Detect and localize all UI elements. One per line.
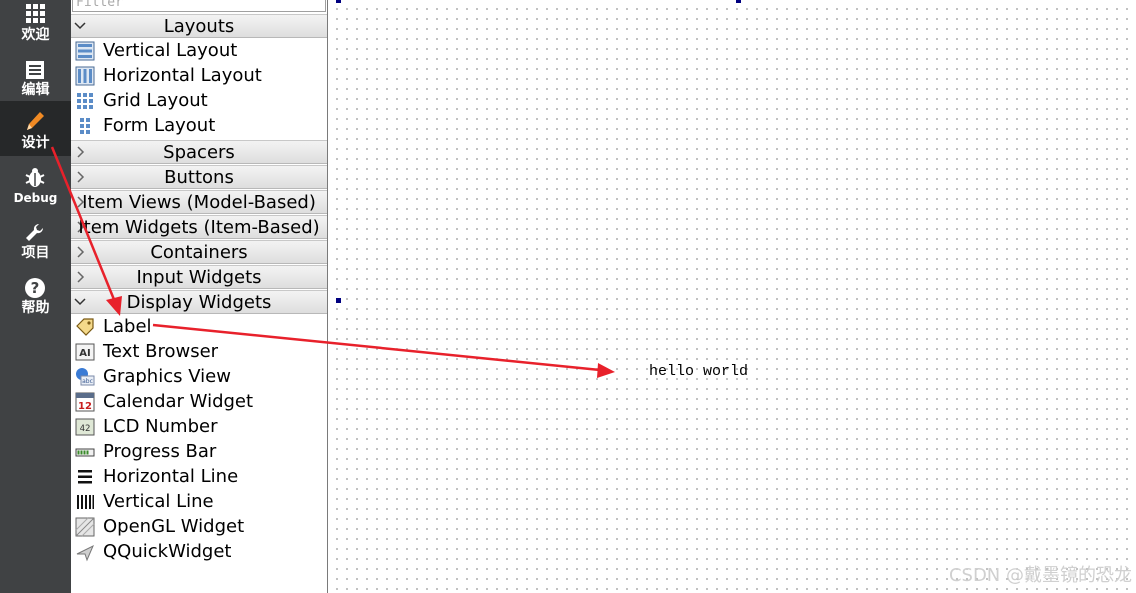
category-display-widgets[interactable]: Display Widgets	[71, 290, 327, 314]
form-layout-icon	[80, 118, 90, 134]
help-icon: ?	[25, 278, 45, 298]
widget-item-vertical-line[interactable]: Vertical Line	[71, 490, 327, 515]
widget-item-label-text: Label	[103, 316, 152, 337]
mode-edit-label: 编辑	[21, 82, 50, 98]
svg-text:?: ?	[31, 279, 40, 297]
widget-item-label-text: Progress Bar	[103, 441, 217, 462]
mode-debug-button[interactable]: Debug	[0, 163, 71, 215]
opengl-widget-icon	[75, 517, 95, 537]
category-input-widgets[interactable]: Input Widgets	[71, 265, 327, 289]
widget-item-progress-bar[interactable]: Progress Bar	[71, 440, 327, 465]
widget-item-label: Vertical Layout	[103, 40, 238, 61]
widget-item-label: Horizontal Layout	[103, 65, 262, 86]
mode-welcome-label: 欢迎	[21, 27, 50, 43]
category-input-widgets-label: Input Widgets	[136, 267, 262, 288]
vertical-layout-icon	[75, 41, 95, 61]
watermark: CSDN @戴墨镜的恐龙	[948, 565, 1132, 586]
filter-input[interactable]: Filter	[72, 0, 326, 12]
category-spacers-label: Spacers	[163, 142, 235, 163]
selection-handle[interactable]	[336, 0, 341, 3]
mode-bar: 欢迎 编辑 设计 Debug 项目 ? 帮助	[0, 0, 71, 593]
widget-item-label-text: LCD Number	[103, 416, 218, 437]
widget-item-text-browser[interactable]: AI Text Browser	[71, 340, 327, 365]
widget-item-vertical-layout[interactable]: Vertical Layout	[71, 39, 327, 64]
mode-design-label: 设计	[21, 135, 50, 151]
category-item-views[interactable]: Item Views (Model-Based)	[71, 190, 327, 214]
svg-text:abc: abc	[82, 378, 93, 385]
category-buttons-label: Buttons	[164, 167, 234, 188]
widget-item-form-layout[interactable]: Form Layout	[71, 114, 327, 139]
mode-help-label: 帮助	[21, 300, 50, 316]
lcd-number-icon: 42	[75, 418, 95, 436]
progress-bar-icon	[75, 448, 95, 457]
graphics-view-icon: abc	[76, 368, 95, 386]
label-tag-icon	[76, 318, 94, 336]
selection-handle[interactable]	[336, 298, 341, 303]
widget-item-qquickwidget[interactable]: QQuickWidget	[71, 540, 327, 565]
widget-item-label-text: Vertical Line	[103, 491, 214, 512]
category-containers[interactable]: Containers	[71, 240, 327, 264]
grid-icon	[26, 4, 45, 23]
mode-edit-button[interactable]: 编辑	[0, 55, 71, 107]
category-item-views-label: Item Views (Model-Based)	[82, 192, 316, 213]
mode-design-button[interactable]: 设计	[0, 101, 71, 156]
widget-box: Filter Layouts Vertical Layout Horizonta…	[71, 0, 328, 593]
widget-item-label-text: Calendar Widget	[103, 391, 254, 412]
horizontal-layout-icon	[75, 66, 95, 86]
widget-item-horizontal-layout[interactable]: Horizontal Layout	[71, 64, 327, 89]
category-spacers[interactable]: Spacers	[71, 140, 327, 164]
text-browser-icon: AI	[75, 343, 95, 361]
widget-item-label-text: QQuickWidget	[103, 541, 232, 562]
widget-item-label-text: Horizontal Line	[103, 466, 239, 487]
widget-item-label[interactable]: Label	[71, 315, 327, 340]
form-label-widget[interactable]: hello world	[649, 362, 748, 382]
widget-item-label-text: Text Browser	[103, 341, 219, 362]
widget-item-label-text: OpenGL Widget	[103, 516, 245, 537]
qt-designer-window: 欢迎 编辑 设计 Debug 项目 ? 帮助 Filter Layouts Ve…	[0, 0, 1136, 593]
mode-projects-button[interactable]: 项目	[0, 218, 71, 270]
widget-item-horizontal-line[interactable]: Horizontal Line	[71, 465, 327, 490]
calendar-icon: 12	[75, 392, 95, 412]
widget-item-label: Form Layout	[103, 115, 216, 136]
category-item-widgets[interactable]: Item Widgets (Item-Based)	[71, 215, 327, 239]
category-layouts[interactable]: Layouts	[71, 14, 327, 38]
svg-text:AI: AI	[79, 348, 90, 359]
vertical-line-icon	[77, 495, 94, 509]
widget-item-opengl-widget[interactable]: OpenGL Widget	[71, 515, 327, 540]
grid-layout-icon	[77, 93, 93, 109]
svg-text:42: 42	[80, 424, 91, 434]
widget-item-label-text: Graphics View	[103, 366, 231, 387]
mode-projects-label: 项目	[21, 245, 50, 261]
qquickwidget-icon	[76, 544, 94, 562]
form-canvas[interactable]	[328, 0, 1136, 593]
pencil-icon	[27, 112, 44, 130]
mode-help-button[interactable]: ? 帮助	[0, 273, 71, 325]
mode-welcome-button[interactable]: 欢迎	[0, 0, 71, 52]
category-layouts-label: Layouts	[163, 16, 235, 37]
widget-item-grid-layout[interactable]: Grid Layout	[71, 89, 327, 114]
widget-item-lcd-number[interactable]: 42 LCD Number	[71, 415, 327, 440]
widget-item-calendar-widget[interactable]: 12 Calendar Widget	[71, 390, 327, 415]
svg-text:12: 12	[78, 401, 92, 412]
document-icon	[26, 61, 44, 79]
widget-item-graphics-view[interactable]: abc Graphics View	[71, 365, 327, 390]
category-containers-label: Containers	[150, 242, 248, 263]
mode-debug-label: Debug	[13, 191, 58, 205]
widget-item-label: Grid Layout	[103, 90, 208, 111]
wrench-icon	[26, 223, 44, 241]
selection-handle[interactable]	[736, 0, 741, 3]
bug-icon	[25, 168, 45, 187]
category-buttons[interactable]: Buttons	[71, 165, 327, 189]
category-item-widgets-label: Item Widgets (Item-Based)	[78, 217, 320, 238]
horizontal-line-icon	[78, 470, 92, 484]
category-display-widgets-label: Display Widgets	[126, 292, 272, 313]
